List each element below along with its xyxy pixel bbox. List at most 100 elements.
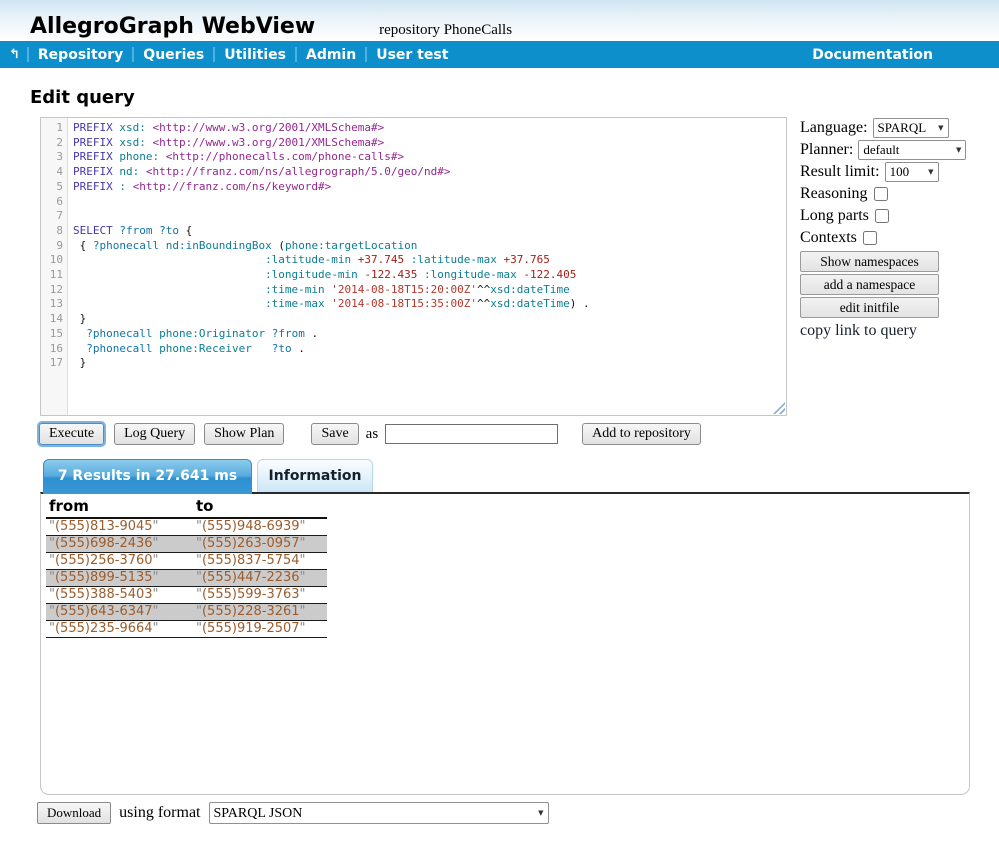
table-cell: "(555)837-5754": [193, 553, 327, 570]
line-number: 12: [41, 283, 63, 298]
table-cell: "(555)919-2507": [193, 621, 327, 638]
code-line: PREFIX : <http://franz.com/ns/keyword#>: [73, 180, 786, 195]
download-row: Download using format SPARQL JSON: [37, 802, 999, 824]
table-cell: "(555)388-5403": [46, 587, 193, 604]
line-number: 17: [41, 356, 63, 371]
table-cell: "(555)698-2436": [46, 536, 193, 553]
line-number: 1: [41, 121, 63, 136]
copy-link-to-query[interactable]: copy link to query: [800, 322, 917, 340]
download-format-select[interactable]: SPARQL JSON: [209, 802, 549, 824]
table-cell: "(555)256-3760": [46, 553, 193, 570]
table-row: "(555)643-6347""(555)228-3261": [46, 604, 327, 621]
nav-item-utilities[interactable]: Utilities: [215, 47, 295, 63]
line-number: 16: [41, 342, 63, 357]
code-line: ?phonecall phone:Originator ?from .: [73, 327, 786, 342]
line-number: 8: [41, 224, 63, 239]
reasoning-checkbox[interactable]: [874, 187, 888, 201]
table-cell: "(555)599-3763": [193, 587, 327, 604]
long-parts-label: Long parts: [800, 207, 869, 225]
table-cell: "(555)447-2236": [193, 570, 327, 587]
language-select[interactable]: SPARQL: [873, 118, 949, 138]
code-line: SELECT ?from ?to {: [73, 224, 786, 239]
results-panel: from to "(555)813-9045""(555)948-6939""(…: [40, 492, 970, 795]
execute-button[interactable]: Execute: [39, 423, 104, 445]
line-number: 10: [41, 253, 63, 268]
line-number: 15: [41, 327, 63, 342]
table-row: "(555)235-9664""(555)919-2507": [46, 621, 327, 638]
table-header-row: from to: [46, 496, 327, 518]
line-number: 11: [41, 268, 63, 283]
table-cell: "(555)643-6347": [46, 604, 193, 621]
code-line: PREFIX phone: <http://phonecalls.com/pho…: [73, 150, 786, 165]
nav-item-repository[interactable]: Repository: [29, 47, 132, 63]
table-row: "(555)899-5135""(555)447-2236": [46, 570, 327, 587]
actions-row: Execute Log Query Show Plan Save as Add …: [37, 422, 999, 446]
result-limit-label: Result limit:: [800, 163, 880, 181]
add-to-repository-button[interactable]: Add to repository: [582, 423, 701, 445]
planner-select[interactable]: default: [858, 140, 966, 160]
editor-row: 1234567891011121314151617 PREFIX xsd: <h…: [0, 117, 999, 416]
nav-item-admin[interactable]: Admin: [297, 47, 365, 63]
top-header: AllegroGraph WebView repository PhoneCal…: [0, 0, 999, 41]
download-button[interactable]: Download: [37, 802, 111, 824]
tab-results[interactable]: 7 Results in 27.641 ms: [43, 459, 252, 494]
line-number: 9: [41, 239, 63, 254]
long-parts-checkbox[interactable]: [875, 209, 889, 223]
result-limit-select[interactable]: 100: [885, 162, 939, 182]
nav-item-user-test[interactable]: User test: [367, 47, 457, 63]
results-table-body: "(555)813-9045""(555)948-6939""(555)698-…: [46, 518, 327, 638]
reasoning-label: Reasoning: [800, 185, 868, 203]
line-number: 7: [41, 209, 63, 224]
add-namespace-button[interactable]: add a namespace: [800, 274, 939, 295]
contexts-checkbox[interactable]: [863, 231, 877, 245]
column-header-to: to: [193, 496, 327, 518]
table-cell: "(555)813-9045": [46, 518, 193, 536]
query-editor[interactable]: 1234567891011121314151617 PREFIX xsd: <h…: [40, 117, 787, 416]
column-header-from: from: [46, 496, 193, 518]
code-line: [73, 209, 786, 224]
table-row: "(555)388-5403""(555)599-3763": [46, 587, 327, 604]
app-title: AllegroGraph WebView: [30, 16, 315, 38]
language-label: Language:: [800, 119, 868, 137]
table-cell: "(555)235-9664": [46, 621, 193, 638]
table-row: "(555)813-9045""(555)948-6939": [46, 518, 327, 536]
table-row: "(555)698-2436""(555)263-0957": [46, 536, 327, 553]
code-line: PREFIX xsd: <http://www.w3.org/2001/XMLS…: [73, 121, 786, 136]
edit-initfile-button[interactable]: edit initfile: [800, 297, 939, 318]
results-table: from to "(555)813-9045""(555)948-6939""(…: [46, 496, 327, 638]
line-number: 2: [41, 136, 63, 151]
save-as-label: as: [366, 426, 379, 443]
query-options-panel: Language: SPARQL Planner: default Result…: [800, 117, 999, 416]
line-number: 13: [41, 297, 63, 312]
editor-gutter: 1234567891011121314151617: [41, 118, 68, 415]
contexts-label: Contexts: [800, 229, 857, 247]
table-cell: "(555)899-5135": [46, 570, 193, 587]
editor-code[interactable]: PREFIX xsd: <http://www.w3.org/2001/XMLS…: [68, 118, 786, 415]
show-plan-button[interactable]: Show Plan: [204, 423, 284, 445]
code-line: PREFIX xsd: <http://www.w3.org/2001/XMLS…: [73, 136, 786, 151]
code-line: { ?phonecall nd:inBoundingBox (phone:tar…: [73, 239, 786, 254]
code-line: :latitude-min +37.745 :latitude-max +37.…: [73, 253, 786, 268]
save-button[interactable]: Save: [311, 423, 358, 445]
nav-item-queries[interactable]: Queries: [134, 47, 213, 63]
code-line: ?phonecall phone:Receiver ?to .: [73, 342, 786, 357]
show-namespaces-button[interactable]: Show namespaces: [800, 251, 939, 272]
back-arrow-icon[interactable]: ↰: [0, 47, 27, 62]
code-line: :longitude-min -122.435 :longitude-max -…: [73, 268, 786, 283]
code-line: PREFIX nd: <http://franz.com/ns/allegrog…: [73, 165, 786, 180]
line-number: 14: [41, 312, 63, 327]
log-query-button[interactable]: Log Query: [114, 423, 195, 445]
code-line: }: [73, 356, 786, 371]
code-line: }: [73, 312, 786, 327]
table-cell: "(555)263-0957": [193, 536, 327, 553]
using-format-label: using format: [119, 804, 200, 822]
save-name-input[interactable]: [385, 424, 558, 444]
nav-item-documentation[interactable]: Documentation: [803, 47, 999, 63]
results-tabs: 7 Results in 27.641 ms Information: [43, 459, 999, 494]
main-navbar: ↰ Repository Queries Utilities Admin Use…: [0, 41, 999, 68]
code-line: :time-min '2014-08-18T15:20:00Z'^^xsd:da…: [73, 283, 786, 298]
tab-information[interactable]: Information: [257, 459, 373, 492]
line-number: 5: [41, 180, 63, 195]
table-cell: "(555)228-3261": [193, 604, 327, 621]
code-line: :time-max '2014-08-18T15:35:00Z'^^xsd:da…: [73, 297, 786, 312]
